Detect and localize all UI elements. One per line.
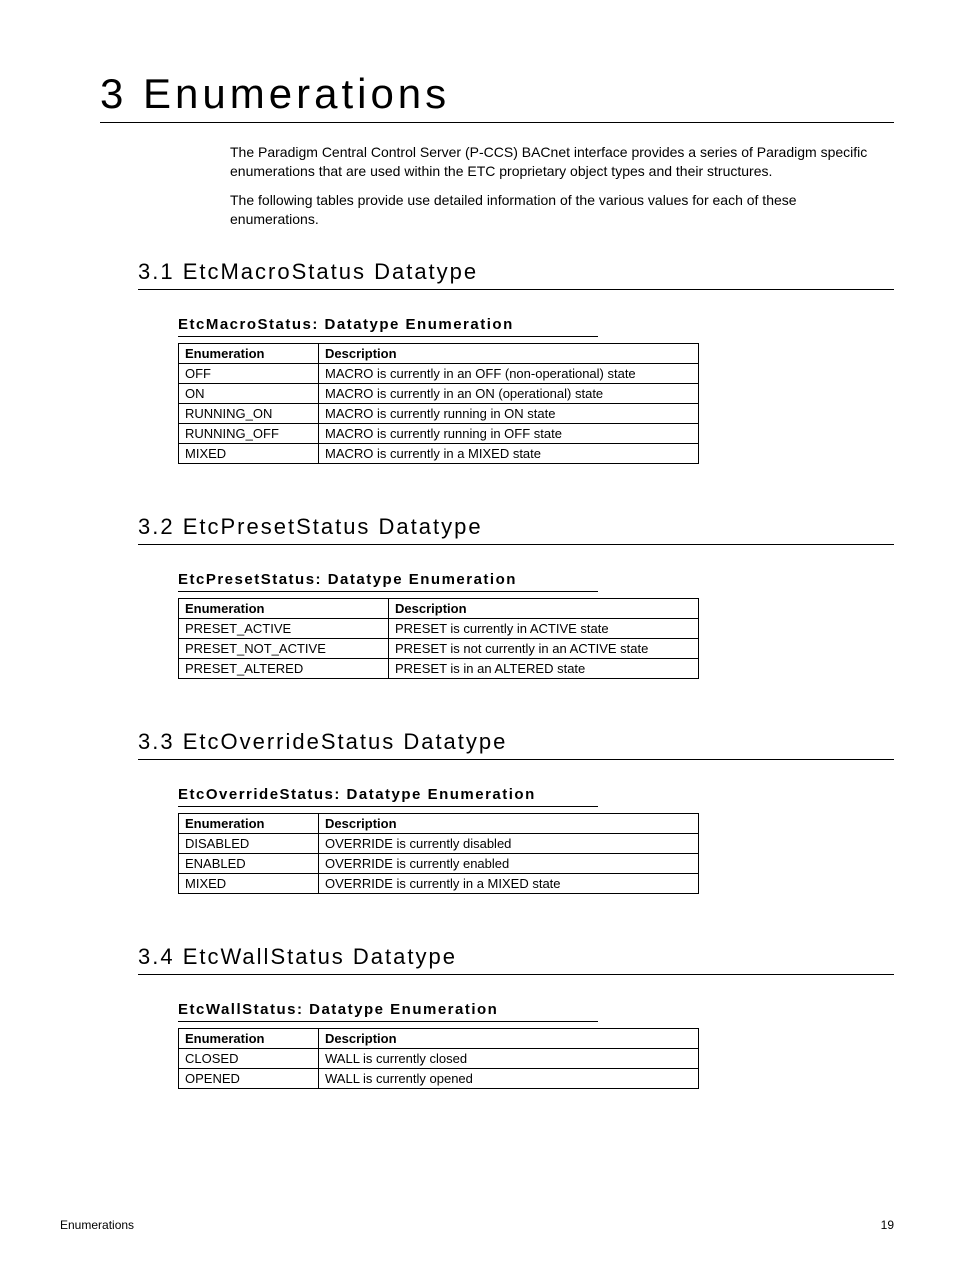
section-title-preset: 3.2 EtcPresetStatus Datatype bbox=[138, 514, 894, 545]
table-row: DISABLEDOVERRIDE is currently disabled bbox=[179, 833, 699, 853]
table-row: PRESET_ACTIVEPRESET is currently in ACTI… bbox=[179, 618, 699, 638]
section-title-macro: 3.1 EtcMacroStatus Datatype bbox=[138, 259, 894, 290]
intro-block: The Paradigm Central Control Server (P-C… bbox=[230, 143, 874, 229]
cell-desc: PRESET is not currently in an ACTIVE sta… bbox=[389, 638, 699, 658]
cell-desc: PRESET is currently in ACTIVE state bbox=[389, 618, 699, 638]
cell-desc: OVERRIDE is currently enabled bbox=[319, 853, 699, 873]
intro-paragraph: The following tables provide use detaile… bbox=[230, 191, 874, 229]
table-row: RUNNING_OFFMACRO is currently running in… bbox=[179, 423, 699, 443]
cell-desc: MACRO is currently in an ON (operational… bbox=[319, 383, 699, 403]
col-desc: Description bbox=[319, 343, 699, 363]
section-title-override: 3.3 EtcOverrideStatus Datatype bbox=[138, 729, 894, 760]
cell-desc: OVERRIDE is currently in a MIXED state bbox=[319, 873, 699, 893]
col-enum: Enumeration bbox=[179, 813, 319, 833]
col-enum: Enumeration bbox=[179, 598, 389, 618]
page-footer: Enumerations 19 bbox=[60, 1218, 894, 1232]
table-row: RUNNING_ONMACRO is currently running in … bbox=[179, 403, 699, 423]
intro-paragraph: The Paradigm Central Control Server (P-C… bbox=[230, 143, 874, 181]
table-row: PRESET_ALTEREDPRESET is in an ALTERED st… bbox=[179, 658, 699, 678]
cell-desc: PRESET is in an ALTERED state bbox=[389, 658, 699, 678]
table-caption-macro: EtcMacroStatus: Datatype Enumeration bbox=[178, 316, 598, 337]
footer-page-number: 19 bbox=[881, 1218, 894, 1232]
cell-enum: ENABLED bbox=[179, 853, 319, 873]
table-row: MIXEDOVERRIDE is currently in a MIXED st… bbox=[179, 873, 699, 893]
chapter-title: 3 Enumerations bbox=[100, 70, 894, 123]
table-macro: Enumeration Description OFFMACRO is curr… bbox=[178, 343, 699, 464]
cell-desc: MACRO is currently in a MIXED state bbox=[319, 443, 699, 463]
table-wall: Enumeration Description CLOSEDWALL is cu… bbox=[178, 1028, 699, 1089]
cell-desc: WALL is currently closed bbox=[319, 1048, 699, 1068]
table-row: CLOSEDWALL is currently closed bbox=[179, 1048, 699, 1068]
table-header-row: Enumeration Description bbox=[179, 813, 699, 833]
table-caption-override: EtcOverrideStatus: Datatype Enumeration bbox=[178, 786, 598, 807]
cell-enum: RUNNING_ON bbox=[179, 403, 319, 423]
table-caption-preset: EtcPresetStatus: Datatype Enumeration bbox=[178, 571, 598, 592]
cell-enum: OFF bbox=[179, 363, 319, 383]
cell-enum: PRESET_ACTIVE bbox=[179, 618, 389, 638]
table-override: Enumeration Description DISABLEDOVERRIDE… bbox=[178, 813, 699, 894]
footer-section-name: Enumerations bbox=[60, 1218, 134, 1232]
table-row: OPENEDWALL is currently opened bbox=[179, 1068, 699, 1088]
cell-desc: MACRO is currently running in OFF state bbox=[319, 423, 699, 443]
cell-enum: PRESET_NOT_ACTIVE bbox=[179, 638, 389, 658]
cell-desc: MACRO is currently running in ON state bbox=[319, 403, 699, 423]
cell-enum: MIXED bbox=[179, 443, 319, 463]
cell-enum: ON bbox=[179, 383, 319, 403]
table-header-row: Enumeration Description bbox=[179, 598, 699, 618]
cell-enum: RUNNING_OFF bbox=[179, 423, 319, 443]
table-header-row: Enumeration Description bbox=[179, 1028, 699, 1048]
col-desc: Description bbox=[389, 598, 699, 618]
table-row: PRESET_NOT_ACTIVEPRESET is not currently… bbox=[179, 638, 699, 658]
col-enum: Enumeration bbox=[179, 1028, 319, 1048]
table-row: ONMACRO is currently in an ON (operation… bbox=[179, 383, 699, 403]
table-row: ENABLEDOVERRIDE is currently enabled bbox=[179, 853, 699, 873]
table-row: OFFMACRO is currently in an OFF (non-ope… bbox=[179, 363, 699, 383]
table-row: MIXEDMACRO is currently in a MIXED state bbox=[179, 443, 699, 463]
cell-enum: DISABLED bbox=[179, 833, 319, 853]
col-desc: Description bbox=[319, 813, 699, 833]
cell-enum: OPENED bbox=[179, 1068, 319, 1088]
table-header-row: Enumeration Description bbox=[179, 343, 699, 363]
cell-desc: MACRO is currently in an OFF (non-operat… bbox=[319, 363, 699, 383]
table-preset: Enumeration Description PRESET_ACTIVEPRE… bbox=[178, 598, 699, 679]
section-title-wall: 3.4 EtcWallStatus Datatype bbox=[138, 944, 894, 975]
cell-desc: OVERRIDE is currently disabled bbox=[319, 833, 699, 853]
cell-enum: PRESET_ALTERED bbox=[179, 658, 389, 678]
col-desc: Description bbox=[319, 1028, 699, 1048]
cell-enum: MIXED bbox=[179, 873, 319, 893]
cell-desc: WALL is currently opened bbox=[319, 1068, 699, 1088]
col-enum: Enumeration bbox=[179, 343, 319, 363]
table-caption-wall: EtcWallStatus: Datatype Enumeration bbox=[178, 1001, 598, 1022]
cell-enum: CLOSED bbox=[179, 1048, 319, 1068]
